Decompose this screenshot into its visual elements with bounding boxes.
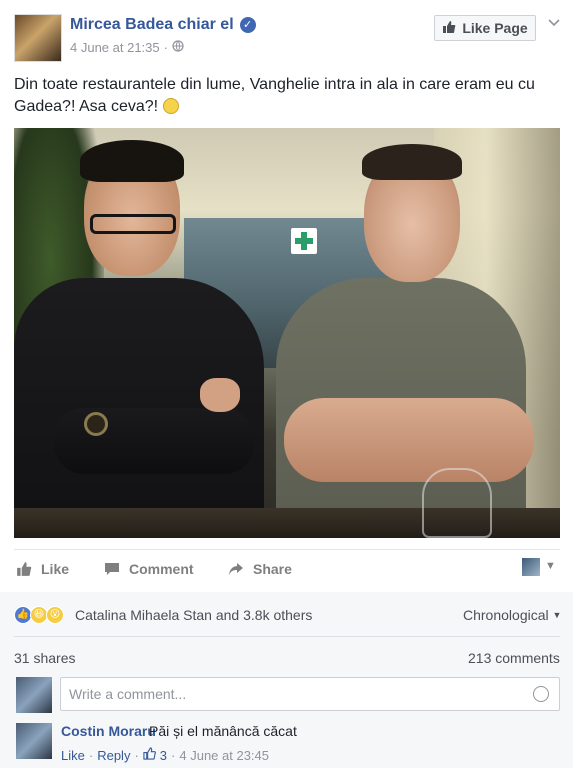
separator: ·	[134, 747, 139, 763]
like-page-button[interactable]: Like Page	[434, 15, 536, 41]
comment-like-link[interactable]: Like	[61, 748, 85, 763]
post-options-chevron-icon[interactable]	[548, 14, 560, 30]
page-name-row: Mircea Badea chiar el ✓	[70, 16, 256, 34]
comment-input[interactable]: Write a comment...	[60, 677, 560, 711]
post-meta: 4 June at 21:35 ·	[70, 40, 184, 55]
separator: ·	[88, 747, 94, 763]
page-name-link[interactable]: Mircea Badea chiar el	[70, 16, 234, 34]
comment-action-button[interactable]: Comment	[104, 561, 194, 577]
comment-input-placeholder: Write a comment...	[69, 686, 187, 702]
comment-like-count-icon	[143, 747, 156, 763]
share-as-page-avatar[interactable]	[522, 558, 540, 576]
page-avatar[interactable]	[14, 14, 62, 62]
person-left-glasses	[90, 214, 176, 234]
post-timestamp[interactable]: 4 June at 21:35	[70, 40, 160, 55]
meta-separator: ·	[163, 40, 168, 55]
reaction-icons[interactable]: 👍 😆 😮	[14, 606, 64, 624]
thumbs-up-icon	[442, 20, 456, 37]
like-page-label: Like Page	[462, 20, 528, 36]
comment-author[interactable]: Costin Moraru	[61, 723, 156, 739]
emoji-picker-icon[interactable]	[533, 686, 549, 702]
share-action-button[interactable]: Share	[228, 561, 292, 577]
person-left-arms	[54, 408, 254, 474]
reactions-summary[interactable]: Catalina Mihaela Stan and 3.8k others	[75, 607, 312, 623]
like-action-label: Like	[41, 561, 70, 577]
verified-badge-icon: ✓	[239, 17, 256, 33]
comment-like-count[interactable]: 3	[160, 748, 167, 763]
comment-bubble-icon	[104, 561, 122, 577]
comment-time[interactable]: 4 June at 23:45	[179, 748, 269, 763]
divider	[14, 549, 560, 550]
sort-caret-icon: ▼	[552, 610, 562, 620]
current-user-avatar	[16, 677, 52, 713]
person-right-hair	[362, 144, 462, 180]
wow-reaction-icon: 😮	[46, 606, 64, 624]
comment-actions: Like · Reply · 3 · 4 June at 23:45	[61, 747, 269, 763]
comment-sort-dropdown[interactable]: Chronological ▼	[463, 607, 561, 623]
separator: ·	[171, 747, 176, 763]
wristwatch	[84, 412, 108, 436]
commenter-avatar[interactable]	[16, 723, 52, 759]
person-left-hand	[200, 378, 240, 412]
post-photo[interactable]	[14, 128, 560, 538]
person-left-hair	[80, 140, 184, 182]
shares-count[interactable]: 31 shares	[14, 650, 75, 666]
post-card: Mircea Badea chiar el ✓ 4 June at 21:35 …	[0, 0, 573, 768]
pharmacy-cross-sign	[291, 228, 317, 254]
smile-emoji-icon	[162, 98, 179, 114]
comment-action-label: Comment	[129, 561, 194, 577]
comment-text: Păi și el mănâncă căcat	[149, 723, 297, 739]
person-right-arms	[284, 398, 534, 482]
post-text-body: Din toate restaurantele din lume, Vanghe…	[14, 76, 535, 115]
post-text: Din toate restaurantele din lume, Vanghe…	[14, 74, 559, 118]
comment-reply-link[interactable]: Reply	[97, 748, 130, 763]
wine-glass	[422, 468, 492, 538]
share-as-caret-icon[interactable]: ▼	[545, 560, 556, 572]
comment-sort-label: Chronological	[463, 607, 549, 623]
like-action-button[interactable]: Like	[16, 561, 69, 577]
share-arrow-icon	[228, 561, 246, 577]
share-action-label: Share	[253, 561, 292, 577]
privacy-globe-icon	[172, 40, 184, 55]
comments-count[interactable]: 213 comments	[468, 650, 560, 666]
thumbs-up-icon	[16, 561, 34, 577]
divider	[14, 636, 560, 637]
